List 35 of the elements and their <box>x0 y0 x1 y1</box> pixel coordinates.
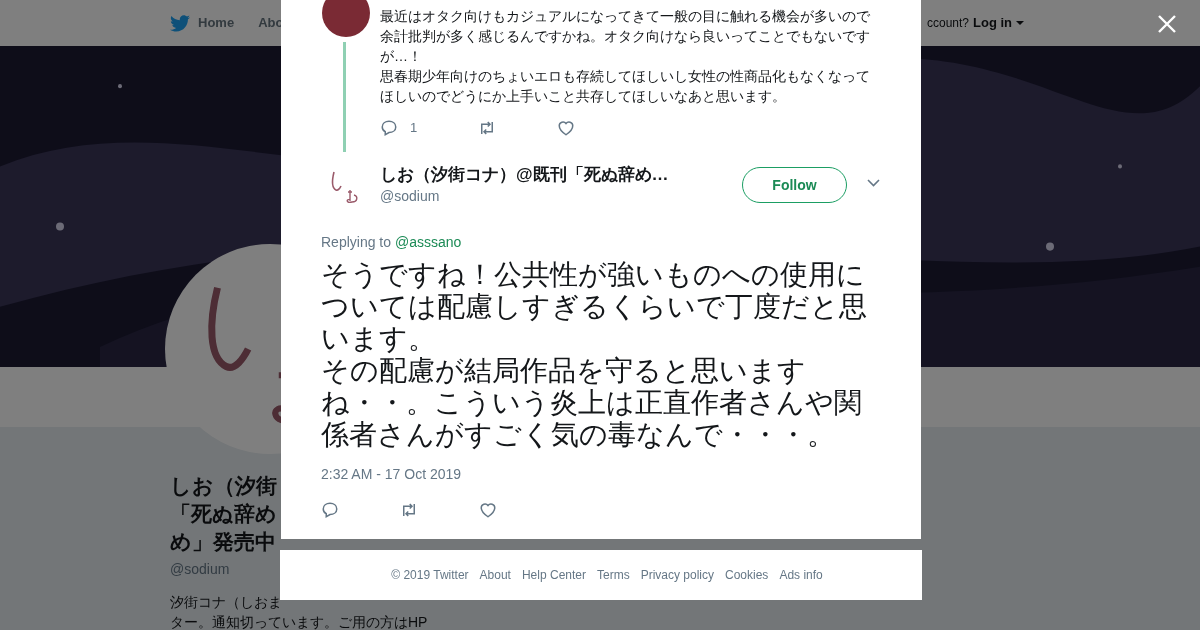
footer-link[interactable]: Help Center <box>521 566 586 584</box>
footer-link[interactable]: About <box>479 566 511 584</box>
profile-handle: @sodium <box>170 560 230 579</box>
footer-link[interactable]: Ads info <box>779 566 823 584</box>
footer-link[interactable]: Terms <box>597 566 630 584</box>
profile-name-line: しお（汐街 <box>170 473 277 499</box>
reply-count: 1 <box>410 119 418 137</box>
like-icon[interactable] <box>479 501 497 519</box>
reply-icon[interactable] <box>321 501 339 519</box>
profile-bio-line: ター。通知切っています。ご用の方はHP <box>170 613 428 630</box>
profile-bio-line: 汐街コナ（しおま <box>170 593 282 612</box>
tweet-timestamp: 2:32 AM - 17 Oct 2019 <box>321 465 463 484</box>
user-name: しお（汐街コナ）@既刊「死ぬ辞め… <box>380 164 669 186</box>
tweet-text: その配慮が結局作品を守ると思いますね・・。こういう炎上は正直作者さんや関係者さんがすごく気の毒なんで・・・。 <box>321 355 863 451</box>
reply-icon[interactable] <box>380 118 398 137</box>
user-handle: @sodium <box>380 187 441 206</box>
mention-link[interactable]: @asssano <box>394 234 462 250</box>
like-icon[interactable] <box>557 118 576 137</box>
footer-link[interactable]: © 2019 Twitter <box>391 566 469 584</box>
tweet-text: 思春期少年向けのちょいエロも存続してほしいし女性の性商品化もなくなってほしいのでどうにか上手いこと共存してほしいなあと思います。 <box>380 67 871 106</box>
profile-name-line: 「死ぬ辞め <box>170 501 277 527</box>
close-icon <box>1158 15 1176 33</box>
replying-to: Replying to @asssano <box>321 233 463 252</box>
footer-link[interactable]: Privacy policy <box>640 566 714 584</box>
login-button[interactable]: Log in <box>973 13 1024 33</box>
account-prompt: ccount? <box>926 15 969 32</box>
chevron-down-icon[interactable] <box>867 179 880 187</box>
tweet-text: そうですね！公共性が強いものへの使用については配慮しすぎるくらいで丁度だと思います。 <box>321 259 868 355</box>
bird-icon <box>170 14 190 32</box>
footer-link[interactable]: Cookies <box>725 566 769 584</box>
tweet-text: 最近はオタク向けもカジュアルになってきて一般の目に触れる機会が多いので余計批判が多く感じるんですかね。オタク向けなら良いってことでもないですが…！ <box>380 7 871 66</box>
caret-icon <box>1016 21 1024 25</box>
user-avatar <box>322 0 370 37</box>
nav-link[interactable]: Home <box>170 13 235 33</box>
profile-name-line: め」発売中 <box>170 529 276 555</box>
